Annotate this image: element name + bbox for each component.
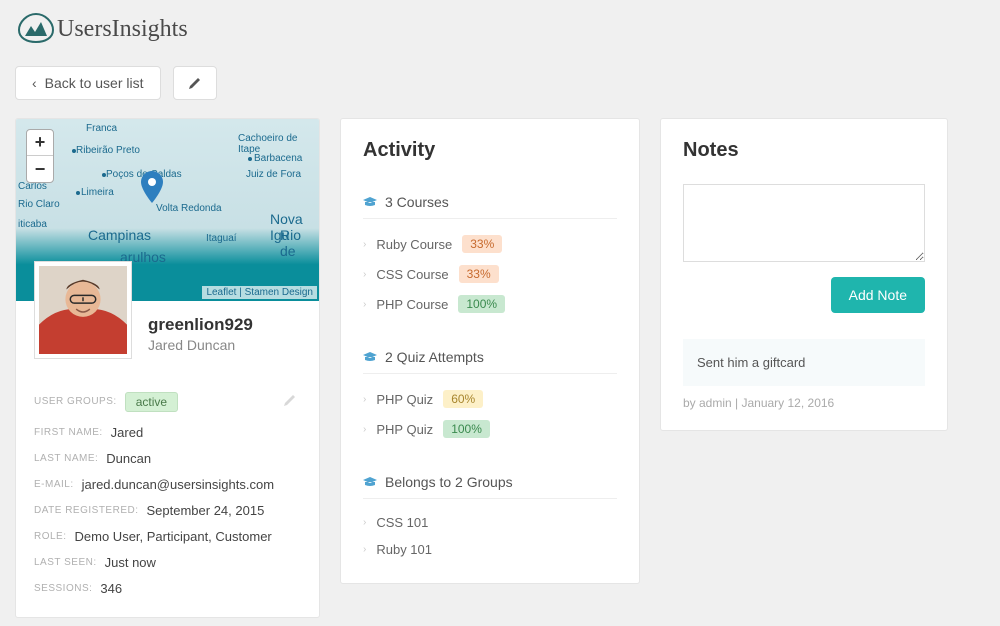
username: greenlion929 (148, 315, 253, 335)
progress-badge: 100% (443, 420, 490, 438)
back-label: Back to user list (45, 75, 144, 91)
group-row[interactable]: ›Ruby 101 (363, 536, 617, 563)
zoom-out-button[interactable]: − (27, 156, 53, 182)
edit-groups-button[interactable] (279, 389, 301, 414)
quiz-row[interactable]: ›PHP Quiz60% (363, 384, 617, 414)
graduation-cap-icon (363, 350, 377, 364)
lastname-value: Duncan (106, 451, 151, 466)
email-label: E-mail: (34, 479, 74, 490)
note-item: Sent him a giftcard (683, 339, 925, 386)
progress-badge: 60% (443, 390, 483, 408)
course-row[interactable]: ›CSS Course33% (363, 259, 617, 289)
registered-value: September 24, 2015 (147, 503, 265, 518)
note-meta: by admin | January 12, 2016 (683, 396, 925, 410)
quiz-header: 2 Quiz Attempts (363, 339, 617, 374)
sessions-label: Sessions: (34, 583, 92, 594)
map-marker-icon (141, 171, 163, 203)
full-name: Jared Duncan (148, 337, 253, 353)
logo-icon (15, 12, 57, 46)
graduation-cap-icon (363, 195, 377, 209)
lastseen-label: Last Seen: (34, 557, 97, 568)
profile-details: User Groups: active First Name: Jared Las… (16, 359, 319, 617)
page-header: UsersInsights (15, 12, 985, 46)
lastseen-value: Just now (105, 555, 156, 570)
edit-button[interactable] (173, 66, 217, 100)
registered-label: Date Registered: (34, 505, 139, 516)
quiz-row[interactable]: ›PHP Quiz100% (363, 414, 617, 444)
chevron-right-icon: › (363, 239, 366, 250)
groups-header: Belongs to 2 Groups (363, 464, 617, 499)
activity-title: Activity (363, 139, 617, 162)
chevron-right-icon: › (363, 269, 366, 280)
pencil-icon (188, 76, 202, 90)
graduation-cap-icon (363, 475, 377, 489)
back-button[interactable]: ‹ Back to user list (15, 66, 161, 100)
activity-card: Activity 3 Courses ›Ruby Course33% ›CSS … (340, 118, 640, 584)
group-row[interactable]: ›CSS 101 (363, 509, 617, 536)
zoom-controls: + − (26, 129, 54, 183)
chevron-left-icon: ‹ (32, 75, 37, 91)
chevron-right-icon: › (363, 424, 366, 435)
chevron-right-icon: › (363, 517, 366, 528)
role-value: Demo User, Participant, Customer (75, 529, 272, 544)
notes-card: Notes Add Note Sent him a giftcard by ad… (660, 118, 948, 431)
add-note-button[interactable]: Add Note (831, 277, 925, 313)
progress-badge: 33% (462, 235, 502, 253)
chevron-right-icon: › (363, 544, 366, 555)
avatar (34, 261, 132, 359)
pencil-icon (283, 393, 297, 407)
firstname-value: Jared (111, 425, 144, 440)
course-row[interactable]: ›Ruby Course33% (363, 229, 617, 259)
zoom-in-button[interactable]: + (27, 130, 53, 156)
sessions-value: 346 (100, 581, 122, 596)
brand-name: UsersInsights (57, 16, 188, 43)
profile-card: Franca Cachoeiro de Itape Ribeirão Preto… (15, 118, 320, 618)
role-label: Role: (34, 531, 67, 542)
note-input[interactable] (683, 184, 925, 262)
course-row[interactable]: ›PHP Course100% (363, 289, 617, 319)
courses-header: 3 Courses (363, 184, 617, 219)
lastname-label: Last Name: (34, 453, 98, 464)
progress-badge: 100% (458, 295, 505, 313)
chevron-right-icon: › (363, 394, 366, 405)
notes-title: Notes (683, 139, 925, 162)
toolbar: ‹ Back to user list (15, 66, 985, 100)
firstname-label: First Name: (34, 427, 103, 438)
group-tag: active (125, 392, 178, 412)
brand-logo[interactable]: UsersInsights (15, 12, 188, 46)
progress-badge: 33% (459, 265, 499, 283)
email-value: jared.duncan@usersinsights.com (82, 477, 274, 492)
groups-label: User Groups: (34, 396, 117, 407)
chevron-right-icon: › (363, 299, 366, 310)
